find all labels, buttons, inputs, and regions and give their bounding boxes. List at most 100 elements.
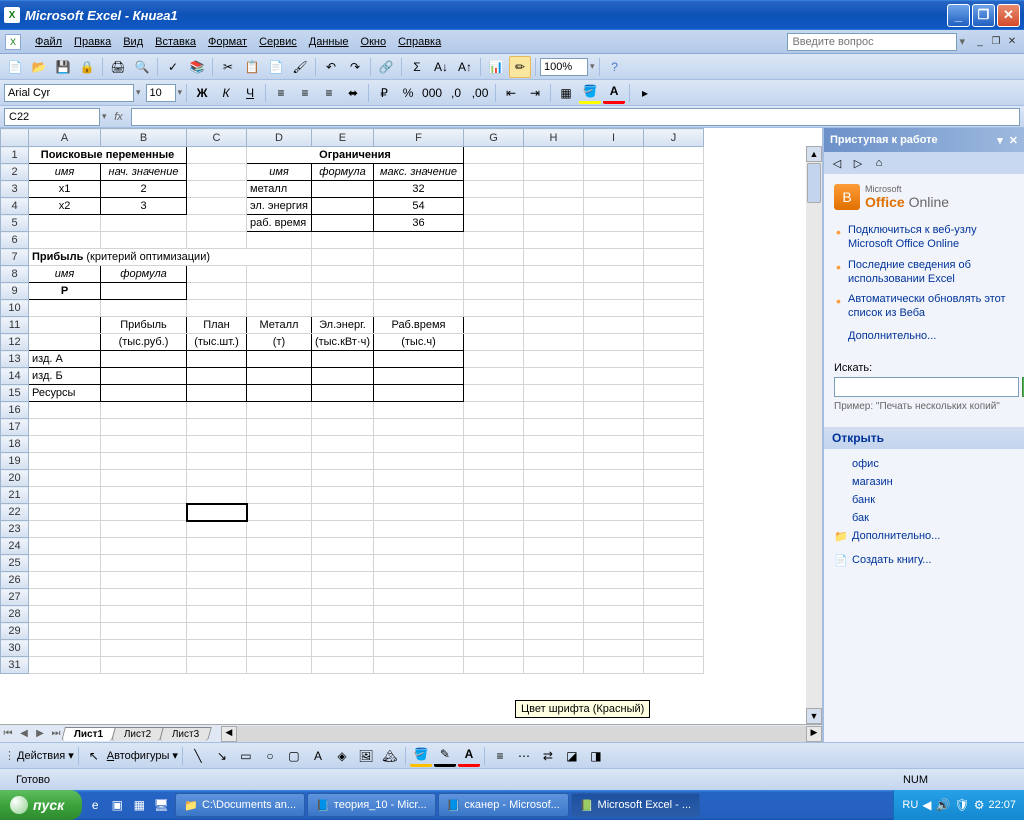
cut-icon[interactable]: ✂ xyxy=(217,56,239,78)
new-icon[interactable]: 📄 xyxy=(4,56,26,78)
picture-icon[interactable]: 🏔 xyxy=(379,745,401,767)
wordart-icon[interactable]: A xyxy=(307,745,329,767)
col-D[interactable]: D xyxy=(247,129,312,147)
font-input[interactable] xyxy=(4,84,134,102)
mdi-restore[interactable]: ❐ xyxy=(989,35,1003,49)
doc-icon[interactable]: X xyxy=(5,34,21,50)
recent-file[interactable]: магазин xyxy=(834,473,1014,491)
menu-format[interactable]: Формат xyxy=(202,34,253,50)
menu-help[interactable]: Справка xyxy=(392,34,447,50)
col-J[interactable]: J xyxy=(644,129,704,147)
recent-file[interactable]: банк xyxy=(834,491,1014,509)
format-painter-icon[interactable]: 🖌 xyxy=(289,56,311,78)
spelling-icon[interactable]: ✓ xyxy=(162,56,184,78)
align-center-icon[interactable]: ≡ xyxy=(294,82,316,104)
back-icon[interactable]: ◁ xyxy=(828,154,846,172)
ql-app-icon[interactable]: ▣ xyxy=(107,794,127,816)
active-cell[interactable] xyxy=(187,504,247,521)
close-button[interactable]: ✕ xyxy=(997,4,1020,27)
lang-indicator[interactable]: RU xyxy=(902,799,918,811)
ql-desktop-icon[interactable]: 🖥 xyxy=(151,794,171,816)
copy-icon[interactable]: 📋 xyxy=(241,56,263,78)
redo-icon[interactable]: ↷ xyxy=(344,56,366,78)
menu-edit[interactable]: Правка xyxy=(68,34,117,50)
more-icon[interactable]: ▸ xyxy=(634,82,656,104)
research-icon[interactable]: 📚 xyxy=(186,56,208,78)
help-icon[interactable]: ? xyxy=(604,56,626,78)
undo-icon[interactable]: ↶ xyxy=(320,56,342,78)
link-more[interactable]: Дополнительно... xyxy=(834,324,1014,342)
minimize-button[interactable]: _ xyxy=(947,4,970,27)
tray-icon[interactable]: 🔊 xyxy=(936,798,951,812)
italic-icon[interactable]: К xyxy=(215,82,237,104)
paste-icon[interactable]: 📄 xyxy=(265,56,287,78)
col-I[interactable]: I xyxy=(584,129,644,147)
shadow-icon[interactable]: ◪ xyxy=(561,745,583,767)
taskpane-close-icon[interactable]: ✕ xyxy=(1009,134,1018,147)
fill-icon[interactable]: 🪣 xyxy=(410,745,432,767)
create-workbook[interactable]: Создать книгу... xyxy=(834,551,1014,569)
link-auto-update[interactable]: Автоматически обновлять этот список из В… xyxy=(834,289,1014,324)
col-C[interactable]: C xyxy=(187,129,247,147)
currency-icon[interactable]: ₽ xyxy=(373,82,395,104)
link-latest[interactable]: Последние сведения об использовании Exce… xyxy=(834,255,1014,290)
taskbar-button[interactable]: 📗 Microsoft Excel - ... xyxy=(571,793,700,817)
chart-icon[interactable]: 📊 xyxy=(485,56,507,78)
oval-icon[interactable]: ○ xyxy=(259,745,281,767)
select-icon[interactable]: ↖ xyxy=(83,745,105,767)
line-style-icon[interactable]: ≡ xyxy=(489,745,511,767)
sheet-tab-1[interactable]: Лист1 xyxy=(61,727,116,741)
recent-file[interactable]: бак xyxy=(834,509,1014,527)
sheet-tab-2[interactable]: Лист2 xyxy=(111,727,164,741)
maximize-button[interactable]: ❐ xyxy=(972,4,995,27)
save-icon[interactable]: 💾 xyxy=(52,56,74,78)
font-color-icon[interactable]: A xyxy=(603,82,625,104)
row-1[interactable]: 1 xyxy=(1,147,29,164)
recent-file[interactable]: офис xyxy=(834,455,1014,473)
taskbar-button[interactable]: 📁 C:\Documents an... xyxy=(175,793,305,817)
line-icon[interactable]: ╲ xyxy=(187,745,209,767)
col-A[interactable]: A xyxy=(29,129,101,147)
borders-icon[interactable]: ▦ xyxy=(555,82,577,104)
arrow-icon[interactable]: ↘ xyxy=(211,745,233,767)
horizontal-scrollbar[interactable]: ◀▶ xyxy=(221,726,822,742)
mdi-minimize[interactable]: _ xyxy=(973,35,987,49)
percent-icon[interactable]: % xyxy=(397,82,419,104)
sort-desc-icon[interactable]: A↑ xyxy=(454,56,476,78)
taskpane-dropdown-icon[interactable]: ▾ xyxy=(997,134,1003,147)
ask-input[interactable] xyxy=(787,33,957,51)
fill-color-icon[interactable]: 🪣 xyxy=(579,82,601,104)
tab-first-icon[interactable]: ⏮ xyxy=(0,728,16,739)
autoshapes-menu[interactable]: Автофигуры ▾ xyxy=(107,749,178,762)
bold-icon[interactable]: Ж xyxy=(191,82,213,104)
clock[interactable]: 22:07 xyxy=(988,799,1016,811)
cell[interactable]: Поисковые переменные xyxy=(29,147,187,164)
tray-icon[interactable]: ⚙ xyxy=(974,798,985,812)
link-connect[interactable]: Подключиться к веб-узлу Microsoft Office… xyxy=(834,220,1014,255)
dash-style-icon[interactable]: ⋯ xyxy=(513,745,535,767)
menu-window[interactable]: Окно xyxy=(355,34,393,50)
fx-icon[interactable]: fx xyxy=(107,111,131,123)
tray-icon[interactable]: ◀ xyxy=(922,798,931,812)
col-E[interactable]: E xyxy=(311,129,373,147)
menu-tools[interactable]: Сервис xyxy=(253,34,303,50)
formula-input[interactable] xyxy=(131,108,1020,126)
col-H[interactable]: H xyxy=(524,129,584,147)
font-color-draw-icon[interactable]: A xyxy=(458,745,480,767)
merge-icon[interactable]: ⬌ xyxy=(342,82,364,104)
start-button[interactable]: пуск xyxy=(0,790,82,820)
preview-icon[interactable]: 🔍 xyxy=(131,56,153,78)
ql-app-icon[interactable]: ▦ xyxy=(129,794,149,816)
cell[interactable]: Ограничения xyxy=(247,147,464,164)
autosum-icon[interactable]: Σ xyxy=(406,56,428,78)
thousands-icon[interactable]: 000 xyxy=(421,82,443,104)
cell[interactable] xyxy=(187,147,247,164)
print-icon[interactable]: 🖨 xyxy=(107,56,129,78)
mdi-close[interactable]: ✕ xyxy=(1005,35,1019,49)
vertical-scrollbar[interactable]: ▲ ▼ xyxy=(806,146,822,724)
col-F[interactable]: F xyxy=(374,129,464,147)
permission-icon[interactable]: 🔒 xyxy=(76,56,98,78)
align-right-icon[interactable]: ≡ xyxy=(318,82,340,104)
tab-next-icon[interactable]: ▶ xyxy=(32,728,48,739)
menu-view[interactable]: Вид xyxy=(117,34,149,50)
